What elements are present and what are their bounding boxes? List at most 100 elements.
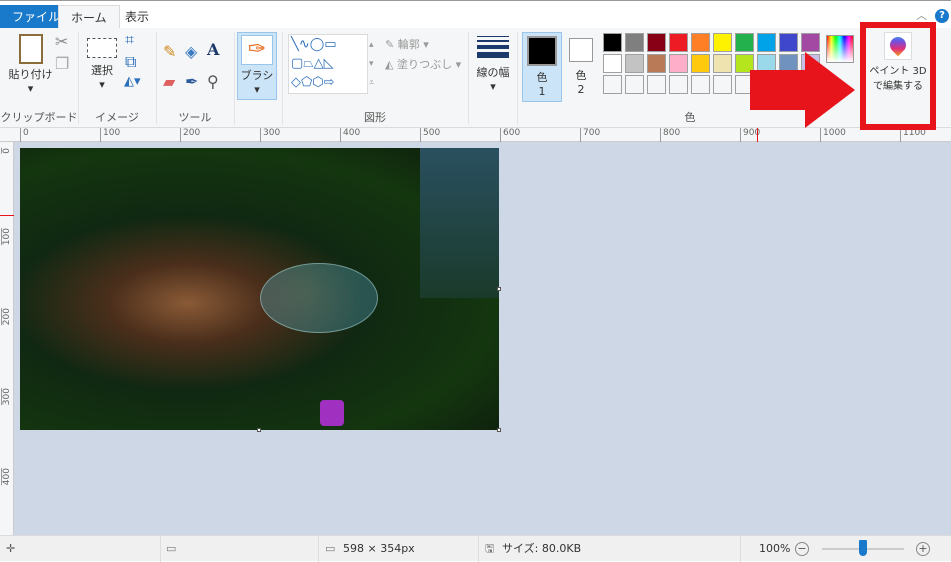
ruler-tick-label: 200 xyxy=(1,308,12,326)
tab-home[interactable]: ホーム xyxy=(58,5,120,29)
line-width-icon xyxy=(477,36,509,58)
ruler-tick-label: 0 xyxy=(20,128,29,142)
resize-handle-right[interactable] xyxy=(497,287,501,291)
cursor-marker-h xyxy=(757,128,758,142)
color2-swatch xyxy=(569,38,593,62)
clipboard-icon xyxy=(18,34,43,64)
palette-color[interactable] xyxy=(801,33,820,52)
text-icon[interactable]: A xyxy=(207,40,219,59)
outline-button[interactable]: ✎ 輪郭 ▾ xyxy=(385,36,429,52)
shapes-row: ╲∿◯▭ xyxy=(291,37,337,52)
bubble-bottle xyxy=(320,400,344,426)
zoom-out-button[interactable]: − xyxy=(795,542,809,556)
ruler-tick-label: 600 xyxy=(500,128,520,142)
ruler-tick-label: 400 xyxy=(1,468,12,486)
collapse-ribbon-icon[interactable]: ︿ xyxy=(916,7,927,23)
tools-group-label: ツール xyxy=(178,111,212,124)
tab-view[interactable]: 表示 xyxy=(113,5,161,29)
palette-color[interactable] xyxy=(735,33,754,52)
ruler-tick-label: 200 xyxy=(180,128,200,142)
palette-color[interactable] xyxy=(691,33,710,52)
palette-custom-slot[interactable] xyxy=(691,75,710,94)
fill-bucket-icon[interactable]: ◈ xyxy=(185,42,197,61)
palette-color[interactable] xyxy=(625,54,644,73)
palette-color[interactable] xyxy=(713,33,732,52)
size-label: 線の幅 xyxy=(476,66,510,79)
ruler-tick-label: 100 xyxy=(100,128,120,142)
palette-custom-slot[interactable] xyxy=(625,75,644,94)
ruler-tick-label: 300 xyxy=(1,388,12,406)
ruler-tick-label: 1100 xyxy=(900,128,926,142)
ruler-tick-label: 0 xyxy=(1,148,12,154)
bubble xyxy=(260,263,378,333)
file-size: サイズ: 80.0KB xyxy=(502,542,582,555)
resize-icon[interactable]: ⧉ xyxy=(125,52,136,72)
color2-label: 色 xyxy=(575,69,587,82)
ruler-tick-label: 500 xyxy=(420,128,440,142)
brushes-button[interactable]: ✑ ブラシ ▾ xyxy=(237,32,277,100)
horizontal-ruler: 0 100 200 300 400 500 600 700 800 900 1000 1100 xyxy=(0,128,951,142)
chevron-down-icon: ▾ xyxy=(254,83,260,96)
palette-custom-slot[interactable] xyxy=(647,75,666,94)
selection-size-icon: ▭ xyxy=(166,542,177,555)
resize-handle-bottom[interactable] xyxy=(257,428,261,432)
palette-color[interactable] xyxy=(713,54,732,73)
palette-custom-slot[interactable] xyxy=(603,75,622,94)
cursor-position-icon: ✛ xyxy=(6,542,16,555)
shapes-row: ▢⏢△◺ xyxy=(291,56,334,71)
ruler-tick-label: 700 xyxy=(580,128,600,142)
fill-icon: ◭ xyxy=(385,58,397,71)
arrow-head xyxy=(805,52,855,128)
magnifier-icon[interactable]: ⚲ xyxy=(207,72,219,91)
zoom-level: 100% xyxy=(759,542,791,555)
cut-icon[interactable]: ✂ xyxy=(55,32,68,51)
palette-color[interactable] xyxy=(625,33,644,52)
select-label: 選択 xyxy=(91,64,113,77)
outline-icon: ✎ xyxy=(385,38,398,51)
palette-color[interactable] xyxy=(757,33,776,52)
vertical-ruler: 0 100 200 300 400 xyxy=(0,142,14,535)
color2-button[interactable]: 色 2 xyxy=(566,32,596,102)
palette-color[interactable] xyxy=(669,33,688,52)
size-button[interactable]: 線の幅 ▾ xyxy=(472,34,514,100)
rotate-icon[interactable]: ◭▾ xyxy=(124,74,141,89)
zoom-in-button[interactable]: + xyxy=(916,542,930,556)
image-canvas[interactable] xyxy=(20,148,499,430)
status-bar: ✛ ▭ ▭ 598 × 354px 🖫 サイズ: 80.0KB 100% − + xyxy=(0,535,951,562)
crop-icon[interactable]: ⌗ xyxy=(125,30,134,50)
palette-color[interactable] xyxy=(603,54,622,73)
paste-button[interactable]: 貼り付け ▾ xyxy=(8,32,53,102)
palette-color[interactable] xyxy=(691,54,710,73)
ruler-tick-label: 300 xyxy=(260,128,280,142)
help-icon[interactable]: ? xyxy=(935,9,949,23)
resize-handle-corner[interactable] xyxy=(497,428,501,432)
color1-label: 色 xyxy=(536,71,548,84)
brush-label: ブラシ xyxy=(240,69,274,82)
shapes-gallery[interactable]: ╲∿◯▭ ▢⏢△◺ ◇⬠⬡⇨ xyxy=(288,34,368,94)
ruler-tick-label: 400 xyxy=(340,128,360,142)
shapes-group-label: 図形 xyxy=(364,111,386,124)
image-dimensions: 598 × 354px xyxy=(343,542,415,555)
color-picker-icon[interactable]: ✒ xyxy=(185,72,198,91)
shapes-scroll[interactable]: ▴ ▾ ⩡ xyxy=(369,36,374,93)
palette-color[interactable] xyxy=(603,33,622,52)
zoom-slider-thumb[interactable] xyxy=(859,540,867,556)
palette-color[interactable] xyxy=(647,33,666,52)
eraser-icon[interactable]: ▰ xyxy=(163,72,175,91)
palette-custom-slot[interactable] xyxy=(669,75,688,94)
palette-custom-slot[interactable] xyxy=(713,75,732,94)
disk-icon: 🖫 xyxy=(485,542,495,555)
background-building xyxy=(420,148,499,298)
pencil-icon[interactable]: ✎ xyxy=(163,42,176,61)
arrow-shaft xyxy=(750,70,810,110)
copy-icon[interactable]: ❐ xyxy=(55,54,69,73)
image-size-icon: ▭ xyxy=(325,542,336,555)
divider xyxy=(468,32,469,124)
fill-label: 塗りつぶし xyxy=(396,58,453,71)
palette-color[interactable] xyxy=(647,54,666,73)
palette-color[interactable] xyxy=(779,33,798,52)
fill-button[interactable]: ◭ 塗りつぶし ▾ xyxy=(385,56,461,72)
palette-color[interactable] xyxy=(669,54,688,73)
color1-button[interactable]: 色 1 xyxy=(522,32,562,102)
select-button[interactable]: 選択 ▾ xyxy=(84,34,120,104)
